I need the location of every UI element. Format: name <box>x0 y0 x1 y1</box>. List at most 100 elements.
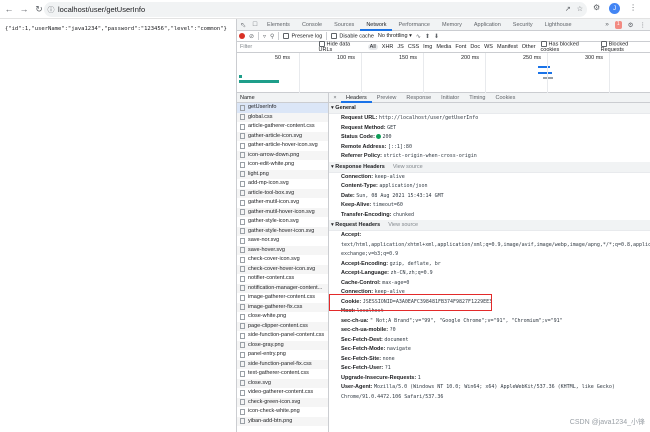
tab-memory[interactable]: Memory <box>436 19 468 31</box>
search-icon[interactable]: ⚲ <box>270 33 274 40</box>
request-list-item[interactable]: yiban-add-btn.png <box>237 416 328 426</box>
request-name: save-hover.svg <box>248 246 285 253</box>
filter-type-media[interactable]: Media <box>436 44 451 50</box>
tab-sources[interactable]: Sources <box>328 19 360 31</box>
tab-application[interactable]: Application <box>468 19 507 31</box>
request-list-item[interactable]: gather-style-icon.svg <box>237 217 328 227</box>
request-list-item[interactable]: icon-edit-white.png <box>237 160 328 170</box>
request-list-item[interactable]: gather-mutil-icon.svg <box>237 198 328 208</box>
wifi-icon[interactable]: ∿ <box>416 33 421 40</box>
request-list-item[interactable]: check-cover-hover-icon.svg <box>237 264 328 274</box>
import-har-icon[interactable]: ⬆ <box>425 33 430 40</box>
preserve-log-checkbox[interactable]: Preserve log <box>283 32 322 39</box>
clear-icon[interactable]: ⊘ <box>249 33 254 40</box>
request-list-item[interactable]: side-function-panel-fix.css <box>237 359 328 369</box>
filter-type-doc[interactable]: Doc <box>470 44 480 50</box>
request-list-item[interactable]: save-hover.svg <box>237 245 328 255</box>
blocked-requests-checkbox[interactable]: Blocked Requests <box>600 40 650 53</box>
request-list-item[interactable]: close-white.png <box>237 312 328 322</box>
view-source-link[interactable]: View source <box>388 222 418 228</box>
request-list-item[interactable]: notifier-content.css <box>237 274 328 284</box>
name-column-header[interactable]: Name <box>237 93 328 103</box>
request-list-item[interactable]: close-gray.png <box>237 340 328 350</box>
header-key: Sec-Fetch-User: <box>341 365 384 371</box>
request-list-item[interactable]: gather-style-hover-icon.svg <box>237 226 328 236</box>
tab-performance[interactable]: Performance <box>392 19 436 31</box>
detail-tab-response[interactable]: Response <box>401 93 436 103</box>
close-details-icon[interactable]: × <box>329 95 341 101</box>
profile-icon[interactable]: J <box>609 3 621 14</box>
request-list-item[interactable]: video-gatherer-content.css <box>237 388 328 398</box>
request-list-item[interactable]: close.svg <box>237 378 328 388</box>
general-section-header[interactable]: ▾ General <box>329 103 650 114</box>
detail-tab-cookies[interactable]: Cookies <box>491 93 521 103</box>
filter-input[interactable]: Filter <box>240 43 314 52</box>
filter-type-font[interactable]: Font <box>455 44 466 50</box>
filter-type-img[interactable]: Img <box>423 44 432 50</box>
address-bar[interactable]: ⓘ localhost/user/getUserInfo ↗ ☆ <box>44 2 587 17</box>
filter-type-all[interactable]: All <box>367 44 378 50</box>
tab-console[interactable]: Console <box>296 19 328 31</box>
menu-icon[interactable]: ⋮ <box>629 3 637 14</box>
request-list-item[interactable]: check-cover-icon.svg <box>237 255 328 265</box>
request-list-item[interactable]: article-gatherer-content.css <box>237 122 328 132</box>
throttling-select[interactable]: No throttling ▾ <box>378 33 412 39</box>
request-list-item[interactable]: save-nor.svg <box>237 236 328 246</box>
settings-gear-icon[interactable]: ⚙ <box>628 21 634 29</box>
filter-type-xhr[interactable]: XHR <box>382 44 394 50</box>
request-list-item[interactable]: global.css <box>237 112 328 122</box>
back-arrow-icon[interactable]: ← <box>3 3 15 15</box>
request-list-item[interactable]: gather-mutil-hover-icon.svg <box>237 207 328 217</box>
detail-tab-headers[interactable]: Headers <box>341 93 372 103</box>
filter-type-manifest[interactable]: Manifest <box>497 44 518 50</box>
request-list-item[interactable]: check-green-icon.svg <box>237 397 328 407</box>
request-headers-section-header[interactable]: ▾ Request Headers View source <box>329 220 650 231</box>
request-list-item[interactable]: image-gatherer-content.css <box>237 293 328 303</box>
filter-type-js[interactable]: JS <box>397 44 403 50</box>
view-source-link[interactable]: View source <box>393 164 423 170</box>
request-list-item[interactable]: image-gatherer-fix.css <box>237 302 328 312</box>
filter-type-ws[interactable]: WS <box>484 44 493 50</box>
info-icon[interactable]: ⓘ <box>44 5 58 15</box>
request-list-item[interactable]: icon-arrow-down.png <box>237 150 328 160</box>
request-list-item[interactable]: text-gatherer-content.css <box>237 369 328 379</box>
extensions-icon[interactable]: ⚙ <box>593 3 600 14</box>
request-list-item[interactable]: getUserInfo <box>237 103 328 113</box>
request-list-item[interactable]: add-mp-icon.svg <box>237 179 328 189</box>
detail-tab-preview[interactable]: Preview <box>372 93 402 103</box>
request-list-item[interactable]: notification-manager-content... <box>237 283 328 293</box>
url-text[interactable]: localhost/user/getUserInfo <box>58 5 145 14</box>
issues-badge[interactable]: 1 <box>614 20 622 29</box>
filter-type-css[interactable]: CSS <box>408 44 419 50</box>
tab-network[interactable]: Network <box>360 19 393 31</box>
response-headers-section-header[interactable]: ▾ Response Headers View source <box>329 161 650 173</box>
tab-lighthouse[interactable]: Lighthouse <box>539 19 578 31</box>
request-list-item[interactable]: panel-entry.png <box>237 350 328 360</box>
detail-tab-initiator[interactable]: Initiator <box>436 93 464 103</box>
export-har-icon[interactable]: ⬇ <box>434 33 439 40</box>
devtools-menu-icon[interactable]: ⋮ <box>640 21 647 29</box>
request-list-item[interactable]: gather-article-hover-icon.svg <box>237 141 328 151</box>
request-list-item[interactable]: light.png <box>237 169 328 179</box>
request-list-item[interactable]: article-tool-box.svg <box>237 188 328 198</box>
share-icon[interactable]: ↗ <box>565 5 571 13</box>
star-icon[interactable]: ☆ <box>577 5 583 13</box>
timeline-overview[interactable]: 50 ms 100 ms 150 ms 200 ms 250 ms 300 ms <box>237 53 650 93</box>
has-blocked-cookies-checkbox[interactable]: Has blocked cookies <box>540 40 596 53</box>
tab-elements[interactable]: Elements <box>261 19 296 31</box>
request-list-item[interactable]: gather-article-icon.svg <box>237 131 328 141</box>
request-list-item[interactable]: page-clipper-content.css <box>237 321 328 331</box>
hide-data-urls-checkbox[interactable]: Hide data URLs <box>318 40 363 53</box>
device-toolbar-icon[interactable]: □ <box>249 19 261 31</box>
more-tabs-icon[interactable]: » <box>605 21 609 29</box>
tab-security[interactable]: Security <box>507 19 539 31</box>
request-list-item[interactable]: icon-check-white.png <box>237 407 328 417</box>
inspect-element-icon[interactable]: ⬁ <box>237 19 249 31</box>
request-list-item[interactable]: side-function-panel-content.css <box>237 331 328 341</box>
forward-arrow-icon[interactable]: → <box>18 3 30 15</box>
detail-tab-timing[interactable]: Timing <box>464 93 490 103</box>
filter-type-other[interactable]: Other <box>522 44 536 50</box>
filter-icon[interactable]: ▿ <box>263 33 266 40</box>
disable-cache-checkbox[interactable]: Disable cache <box>331 32 374 39</box>
record-icon[interactable] <box>239 33 245 39</box>
